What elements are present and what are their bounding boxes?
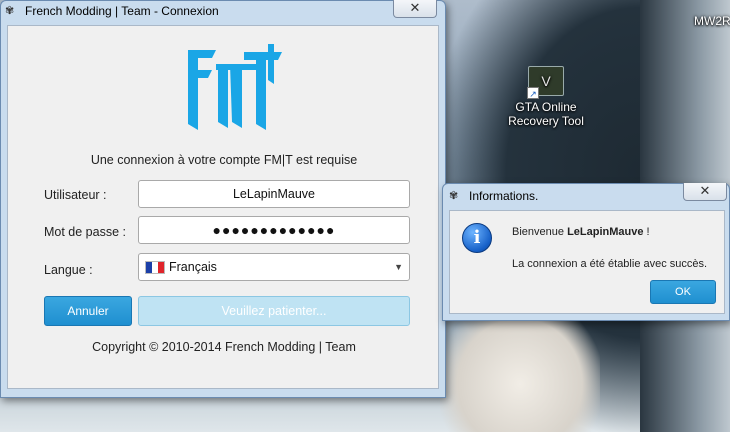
- shortcut-arrow-icon: ↗: [527, 87, 539, 99]
- app-icon: ✾: [5, 5, 15, 17]
- ok-button[interactable]: OK: [650, 280, 716, 304]
- language-label: Langue :: [44, 263, 93, 277]
- please-wait-button[interactable]: Veuillez patienter...: [138, 296, 410, 326]
- login-close-button[interactable]: ✕: [393, 0, 437, 18]
- language-value: Français: [169, 260, 217, 274]
- welcome-user: LeLapinMauve: [567, 226, 644, 238]
- login-client-area: Une connexion à votre compte FM|T est re…: [7, 25, 439, 389]
- welcome-suffix: !: [646, 226, 650, 238]
- desktop-icon-label-line2: Recovery Tool: [508, 114, 584, 128]
- copyright-text: Copyright © 2010-2014 French Modding | T…: [92, 340, 356, 354]
- welcome-prefix: Bienvenue: [512, 226, 564, 238]
- username-field[interactable]: LeLapinMauve: [138, 180, 410, 208]
- info-icon: i: [462, 223, 492, 253]
- info-dialog: ✾ Informations. ✕ i Bienvenue LeLapinMau…: [442, 183, 730, 321]
- login-window: ✾ French Modding | Team - Connexion ✕ Un…: [0, 0, 446, 398]
- info-client-area: i Bienvenue LeLapinMauve ! La connexion …: [449, 210, 725, 314]
- password-field[interactable]: ●●●●●●●●●●●●●: [138, 216, 410, 244]
- desktop-icon-mw2r[interactable]: MW2R: [694, 14, 730, 28]
- password-label: Mot de passe :: [44, 225, 126, 239]
- gta-v-icon: V ↗: [527, 66, 564, 99]
- info-dialog-title: Informations.: [469, 189, 539, 203]
- login-window-title: French Modding | Team - Connexion: [25, 4, 219, 18]
- desktop-icon-label-line1: GTA Online: [515, 100, 577, 114]
- username-label: Utilisateur :: [44, 188, 107, 202]
- desktop-icon-gta-online-recovery[interactable]: V ↗ GTA Online Recovery Tool: [500, 66, 592, 128]
- fmt-logo: [188, 44, 282, 130]
- welcome-message: Bienvenue LeLapinMauve !: [512, 226, 650, 238]
- success-message: La connexion a été établie avec succès.: [512, 258, 708, 270]
- login-subtitle: Une connexion à votre compte FM|T est re…: [90, 153, 358, 167]
- chevron-down-icon: ▼: [394, 262, 403, 272]
- france-flag-icon: [145, 260, 165, 274]
- login-titlebar[interactable]: ✾ French Modding | Team - Connexion: [1, 1, 445, 21]
- language-select[interactable]: Français ▼: [138, 253, 410, 281]
- cancel-button[interactable]: Annuler: [44, 296, 132, 326]
- info-close-button[interactable]: ✕: [683, 183, 727, 201]
- app-icon: ✾: [449, 190, 459, 202]
